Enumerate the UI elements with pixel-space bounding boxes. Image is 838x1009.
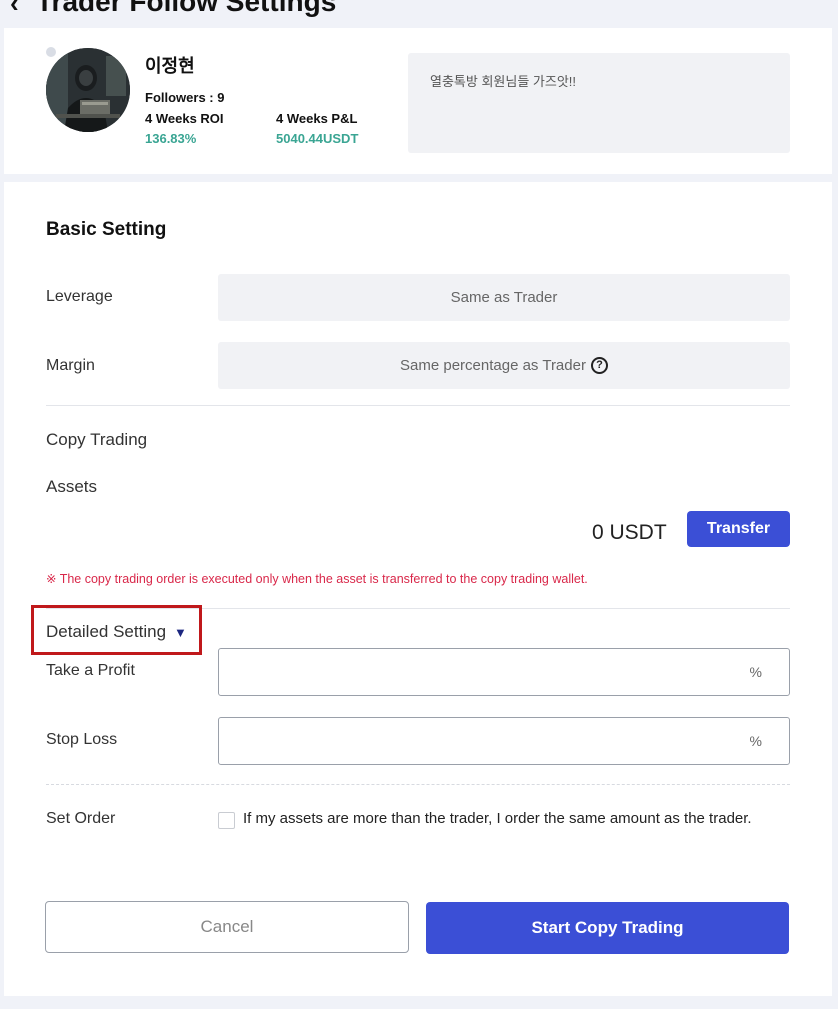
help-icon[interactable]: ? (590, 357, 608, 374)
section-divider (46, 405, 790, 406)
roi-value: 136.83% (145, 131, 197, 146)
same-amount-text: If my assets are more than the trader, I… (243, 810, 752, 827)
trader-name: 이정현 (145, 56, 195, 76)
trader-avatar-image (46, 48, 130, 132)
start-copy-trading-button[interactable]: Start Copy Trading (426, 902, 789, 954)
set-order-label: Set Order (46, 810, 116, 827)
dashed-divider (46, 784, 790, 785)
stop-loss-label: Stop Loss (46, 731, 118, 748)
asset-balance: 0 USDT (592, 521, 667, 544)
copy-trading-title: Copy Trading (46, 430, 148, 449)
cancel-button[interactable]: Cancel (45, 901, 409, 953)
leverage-label: Leverage (46, 288, 113, 305)
cancel-button-label: Cancel (200, 917, 254, 936)
margin-value: Same percentage as Trader (400, 357, 586, 374)
back-chevron-icon[interactable]: ‹ (10, 0, 19, 19)
caret-down-icon: ▼ (174, 624, 187, 640)
roi-label: 4 Weeks ROI (145, 111, 224, 126)
margin-field: Same percentage as Trader ? (218, 342, 790, 389)
transfer-button-label: Transfer (706, 520, 771, 537)
assets-label: Assets (46, 477, 98, 496)
take-profit-input[interactable]: % (218, 648, 790, 696)
pnl-value: 5040.44USDT (276, 131, 359, 146)
pnl-label: 4 Weeks P&L (276, 111, 358, 126)
page-header: ‹ Trader Follow Settings (0, 0, 838, 28)
followers-count: Followers : 9 (145, 90, 225, 105)
same-amount-checkbox[interactable] (218, 812, 235, 829)
online-status-dot (46, 47, 56, 57)
detailed-setting-title: Detailed Setting (46, 622, 167, 641)
start-copy-trading-label: Start Copy Trading (531, 918, 684, 937)
stop-loss-input[interactable]: % (218, 717, 790, 765)
detailed-setting-toggle[interactable]: Detailed Setting ▼ (46, 622, 187, 642)
leverage-value: Same as Trader (450, 289, 558, 306)
take-profit-label: Take a Profit (46, 662, 135, 679)
settings-card: Basic Setting Leverage Same as Trader Ma… (4, 182, 832, 996)
leverage-field: Same as Trader (218, 274, 790, 321)
transfer-warning: ※ The copy trading order is executed onl… (46, 572, 588, 586)
trader-bio: 열충톡방 회원님들 가즈앗!! (408, 53, 790, 153)
margin-label: Margin (46, 357, 95, 374)
transfer-button[interactable]: Transfer (687, 511, 790, 547)
page-title: Trader Follow Settings (36, 0, 337, 17)
stop-loss-unit: % (749, 733, 762, 749)
trader-profile-card: 이정현 Followers : 9 4 Weeks ROI 136.83% 4 … (4, 28, 832, 174)
take-profit-unit: % (749, 664, 762, 680)
basic-setting-title: Basic Setting (46, 219, 167, 240)
trader-avatar (46, 48, 130, 132)
